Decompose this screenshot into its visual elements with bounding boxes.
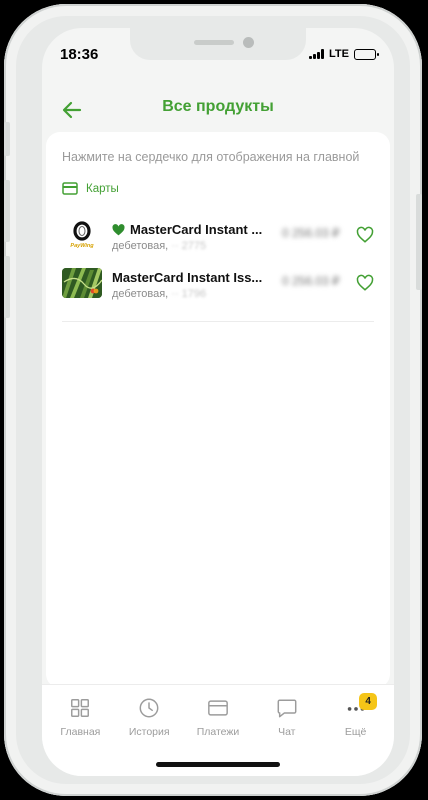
card-type: дебетовая xyxy=(112,240,166,252)
tab-label: Платежи xyxy=(196,726,240,738)
mute-switch xyxy=(4,122,10,156)
volume-up-button xyxy=(4,180,10,242)
home-indicator xyxy=(156,762,280,767)
notch xyxy=(130,28,306,60)
heart-filled-icon xyxy=(112,223,125,235)
card-row[interactable]: PayWing MasterCard Instant ... дебетовая… xyxy=(62,220,374,258)
status-bar: 18:36 LTE xyxy=(42,28,394,80)
front-camera xyxy=(243,37,254,48)
screen: 18:36 LTE Все продукты Нажмите на сердеч… xyxy=(42,28,394,776)
svg-text:PayWing: PayWing xyxy=(70,243,94,249)
card-number-mask: ·· 2775 xyxy=(168,240,207,252)
products-panel: Нажмите на сердечко для отображения на г… xyxy=(46,132,390,688)
signal-icon xyxy=(309,49,325,59)
card-type: дебетовая xyxy=(112,288,166,300)
tab-label: Главная xyxy=(60,726,101,738)
header: Все продукты xyxy=(42,88,394,132)
heart-outline-icon[interactable] xyxy=(356,274,374,292)
green-card-art xyxy=(62,268,102,298)
heart-outline-icon[interactable] xyxy=(356,226,374,244)
chat-bubble-icon xyxy=(277,699,297,718)
tab-label: Чат xyxy=(278,726,296,738)
card-number-mask: ·· 1796 xyxy=(168,288,207,300)
card-icon xyxy=(62,182,78,195)
card-name-text: MasterCard Instant ... xyxy=(130,222,263,237)
section-cards-header: Карты xyxy=(62,182,119,195)
card-name: MasterCard Instant ... xyxy=(112,222,262,237)
tab-home[interactable]: Главная xyxy=(46,685,115,776)
tab-label: Ещё xyxy=(344,726,367,738)
paywing-logo: PayWing xyxy=(62,220,102,250)
tab-more[interactable]: 4 Ещё xyxy=(321,685,390,776)
power-button xyxy=(416,194,422,290)
card-name: MasterCard Instant Iss... xyxy=(112,270,262,285)
card-icon xyxy=(208,700,228,716)
section-label: Карты xyxy=(86,182,119,195)
network-label: LTE xyxy=(329,48,349,60)
card-balance: 0 256.03 ₽ xyxy=(282,274,340,288)
card-name-text: MasterCard Instant Iss... xyxy=(112,270,263,285)
status-indicators: LTE xyxy=(309,48,379,60)
grid-icon xyxy=(71,699,90,717)
status-time: 18:36 xyxy=(60,46,99,63)
battery-icon xyxy=(354,48,379,60)
divider xyxy=(62,321,374,322)
card-subtitle: дебетовая, ·· 2775 xyxy=(112,240,207,252)
page-title: Все продукты xyxy=(162,98,274,115)
card-subtitle: дебетовая, ·· 1796 xyxy=(112,288,207,300)
card-row[interactable]: MasterCard Instant Iss... дебетовая, ·· … xyxy=(62,268,374,306)
volume-down-button xyxy=(4,256,10,318)
phone-frame: 18:36 LTE Все продукты Нажмите на сердеч… xyxy=(4,4,422,796)
hint-text: Нажмите на сердечко для отображения на г… xyxy=(62,150,360,164)
notification-badge: 4 xyxy=(359,693,378,710)
tab-label: История xyxy=(128,726,170,738)
card-balance: 0 256.03 ₽ xyxy=(282,226,340,240)
speaker xyxy=(194,40,234,45)
clock-icon xyxy=(139,698,159,718)
